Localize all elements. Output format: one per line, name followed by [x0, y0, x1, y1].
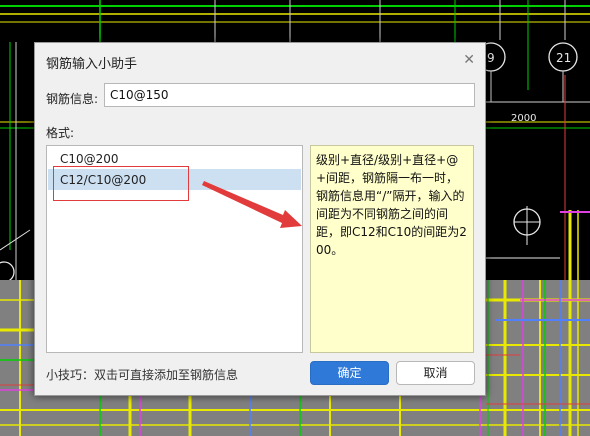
- close-icon[interactable]: ✕: [463, 52, 475, 68]
- rebar-input-assistant-dialog: 钢筋输入小助手 ✕ 钢筋信息: 格式: C10@200 C12/C10@200 …: [34, 42, 486, 396]
- rebar-info-label: 钢筋信息:: [46, 92, 99, 106]
- format-description: 级别+直径/级别+直径+@+间距，钢筋隔一布一时，钢筋信息用“/”隔开，输入的间…: [310, 145, 474, 353]
- axis-bubble-label: 21: [556, 51, 571, 65]
- dialog-title: 钢筋输入小助手: [46, 57, 138, 72]
- rebar-info-input[interactable]: [104, 83, 475, 107]
- format-list[interactable]: C10@200 C12/C10@200: [46, 145, 303, 353]
- tip-text: 小技巧：双击可直接添加至钢筋信息: [46, 368, 239, 382]
- format-label: 格式:: [46, 126, 75, 140]
- cancel-button[interactable]: 取消: [396, 361, 475, 385]
- ok-button[interactable]: 确定: [310, 361, 389, 385]
- annotation-highlight-box: [53, 166, 189, 201]
- axis-bubble-label: 9: [487, 51, 495, 65]
- dimension-label: 2000: [511, 113, 536, 124]
